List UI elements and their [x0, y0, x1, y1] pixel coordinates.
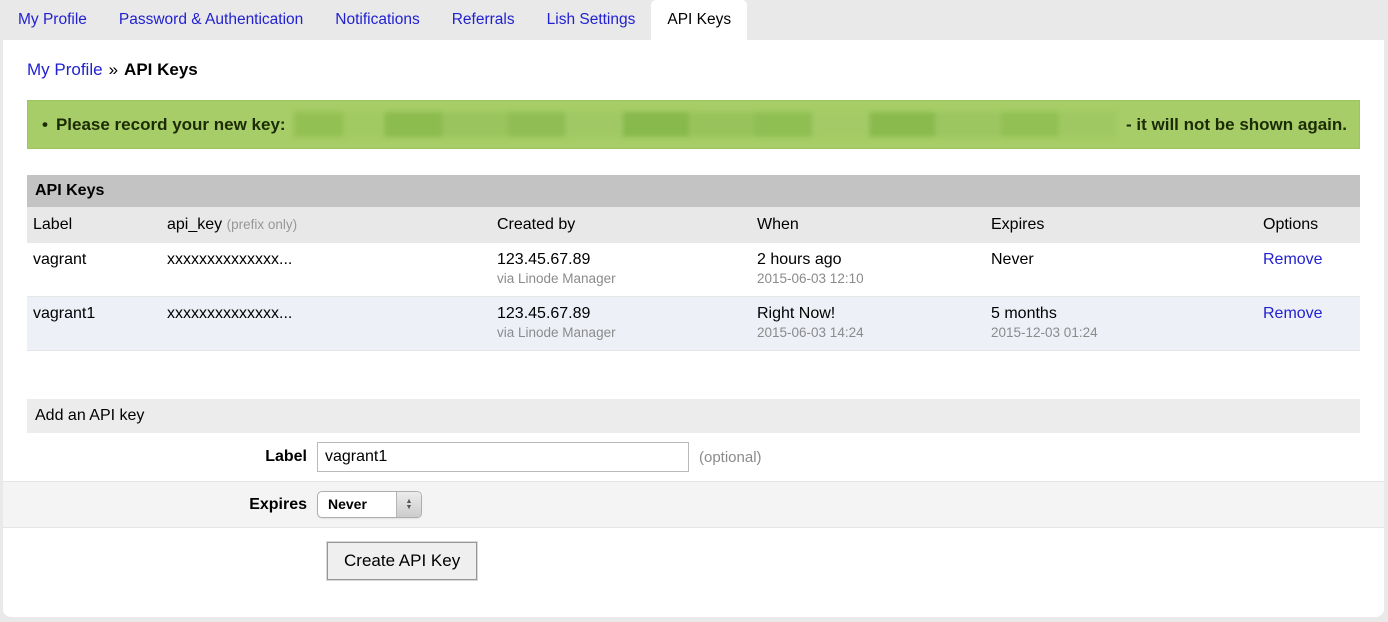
table-row: vagrant xxxxxxxxxxxxxx... 123.45.67.89 v…	[27, 243, 1360, 297]
new-key-alert: • Please record your new key: - it will …	[27, 100, 1360, 149]
page-title: API Keys	[124, 60, 198, 79]
add-api-key-section-title: Add an API key	[27, 399, 1360, 433]
cell-created-by: 123.45.67.89 via Linode Manager	[497, 305, 757, 340]
remove-key-link[interactable]: Remove	[1263, 251, 1323, 268]
col-header-expires: Expires	[991, 216, 1263, 234]
redacted-api-key	[294, 112, 1116, 137]
tab-notifications[interactable]: Notifications	[319, 0, 435, 40]
expires-relative: Never	[991, 251, 1255, 269]
created-by-via: via Linode Manager	[497, 325, 749, 340]
cell-options: Remove	[1263, 251, 1360, 286]
table-title: API Keys	[27, 175, 1360, 207]
cell-api-key: xxxxxxxxxxxxxx...	[167, 251, 497, 286]
created-by-ip: 123.45.67.89	[497, 251, 749, 269]
expires-select[interactable]: Never ▲▼	[317, 491, 422, 518]
cell-label: vagrant	[27, 251, 167, 286]
page-content: My Profile » API Keys • Please record your…	[3, 40, 1384, 617]
linode-manager-window: My Profile Password & Authentication Not…	[0, 0, 1388, 622]
cell-created-by: 123.45.67.89 via Linode Manager	[497, 251, 757, 286]
expires-selected-value: Never	[318, 492, 396, 517]
col-header-label: Label	[27, 216, 167, 234]
col-header-created-by: Created by	[497, 216, 757, 234]
submit-form-row: Create API Key	[3, 528, 1384, 589]
table-header-row: Label api_key (prefix only) Created by W…	[27, 207, 1360, 243]
tab-my-profile[interactable]: My Profile	[2, 0, 103, 40]
expires-relative: 5 months	[991, 305, 1255, 323]
optional-note: (optional)	[699, 449, 762, 466]
cell-expires: 5 months 2015-12-03 01:24	[991, 305, 1263, 340]
col-header-api-key-text: api_key	[167, 216, 222, 233]
when-relative: Right Now!	[757, 305, 983, 323]
label-form-row: Label (optional)	[3, 433, 1384, 482]
created-by-ip: 123.45.67.89	[497, 305, 749, 323]
cell-when: Right Now! 2015-06-03 14:24	[757, 305, 991, 340]
remove-key-link[interactable]: Remove	[1263, 305, 1323, 322]
tab-password-authentication[interactable]: Password & Authentication	[103, 0, 319, 40]
alert-suffix-text: - it will not be shown again.	[1126, 115, 1347, 135]
expires-field-label: Expires	[27, 496, 317, 514]
select-stepper-icon: ▲▼	[396, 492, 421, 517]
api-keys-table: API Keys Label api_key (prefix only) Cre…	[27, 175, 1360, 351]
label-field-label: Label	[27, 448, 317, 466]
cell-expires: Never	[991, 251, 1263, 286]
cell-when: 2 hours ago 2015-06-03 12:10	[757, 251, 991, 286]
alert-bullet-icon: •	[42, 115, 48, 135]
cell-label: vagrant1	[27, 305, 167, 340]
profile-tab-bar: My Profile Password & Authentication Not…	[0, 0, 1388, 40]
tab-referrals[interactable]: Referrals	[436, 0, 531, 40]
alert-prefix-text: Please record your new key:	[56, 115, 286, 135]
breadcrumb-separator: »	[109, 60, 118, 79]
tab-api-keys[interactable]: API Keys	[651, 0, 747, 40]
label-input[interactable]	[317, 442, 689, 472]
cell-options: Remove	[1263, 305, 1360, 340]
col-header-api-key: api_key (prefix only)	[167, 216, 497, 234]
expires-timestamp: 2015-12-03 01:24	[991, 325, 1255, 340]
expires-form-row: Expires Never ▲▼	[3, 482, 1384, 528]
created-by-via: via Linode Manager	[497, 271, 749, 286]
col-header-api-key-note: (prefix only)	[227, 217, 298, 232]
col-header-when: When	[757, 216, 991, 234]
create-api-key-button[interactable]: Create API Key	[327, 542, 477, 580]
col-header-options: Options	[1263, 216, 1360, 234]
table-row: vagrant1 xxxxxxxxxxxxxx... 123.45.67.89 …	[27, 297, 1360, 351]
cell-api-key: xxxxxxxxxxxxxx...	[167, 305, 497, 340]
when-relative: 2 hours ago	[757, 251, 983, 269]
when-timestamp: 2015-06-03 14:24	[757, 325, 983, 340]
breadcrumb: My Profile » API Keys	[3, 40, 1384, 80]
tab-lish-settings[interactable]: Lish Settings	[531, 0, 652, 40]
breadcrumb-my-profile-link[interactable]: My Profile	[27, 60, 103, 79]
when-timestamp: 2015-06-03 12:10	[757, 271, 983, 286]
